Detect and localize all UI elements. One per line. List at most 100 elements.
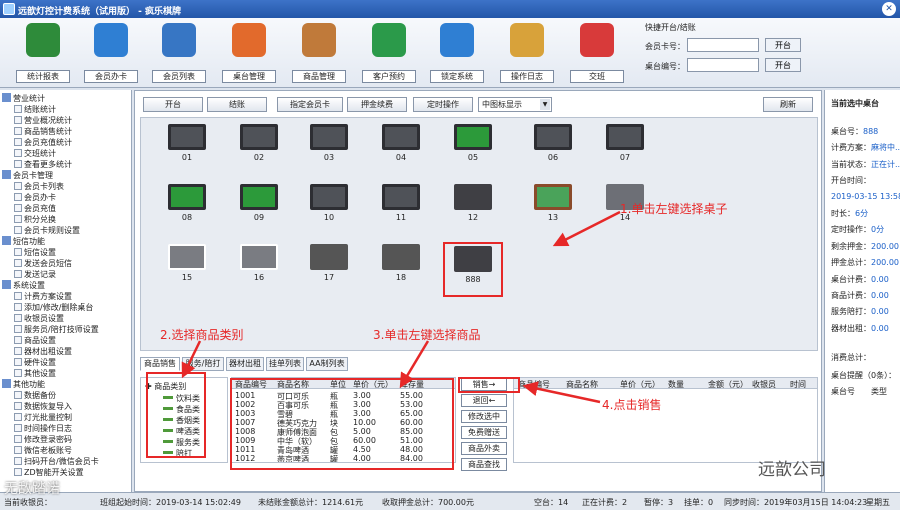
sidebar-item[interactable]: 修改登录密码 bbox=[14, 434, 72, 445]
sidebar-item[interactable]: 交班统计 bbox=[14, 148, 56, 159]
table-tile-17[interactable]: 17 bbox=[299, 242, 359, 297]
table-tile-16[interactable]: 16 bbox=[229, 242, 289, 297]
toolbar-button-3[interactable]: 会员列表 bbox=[148, 23, 210, 85]
item-icon bbox=[14, 182, 22, 190]
sidebar-item-label: 商品设置 bbox=[24, 336, 56, 345]
table-tile-06[interactable]: 06 bbox=[523, 122, 583, 177]
sidebar-item[interactable]: 时间操作日志 bbox=[14, 423, 72, 434]
quick-open-table-button[interactable]: 开台 bbox=[765, 58, 801, 72]
table-tile-04[interactable]: 04 bbox=[371, 122, 431, 177]
sidebar-item[interactable]: 商品销售统计 bbox=[14, 126, 72, 137]
table-image-icon bbox=[454, 184, 492, 210]
view-mode-select[interactable]: 中图标显示 ▼ bbox=[478, 97, 552, 112]
tab-2[interactable]: 服务/陪打 bbox=[182, 357, 224, 371]
sidebar-item[interactable]: 发送会员短信 bbox=[14, 258, 72, 269]
sidebar-item[interactable]: 商品设置 bbox=[14, 335, 56, 346]
sidebar-item[interactable]: 硬件设置 bbox=[14, 357, 56, 368]
table-tile-01[interactable]: 01 bbox=[157, 122, 217, 177]
sidebar-group[interactable]: 其他功能 bbox=[2, 379, 45, 390]
toolbar-button-9[interactable]: 交班 bbox=[566, 23, 628, 85]
folder-icon bbox=[2, 379, 11, 388]
table-tile-888[interactable]: 888 bbox=[443, 242, 503, 297]
member-card-input[interactable] bbox=[687, 38, 759, 52]
sidebar-item[interactable]: 数据备份 bbox=[14, 390, 56, 401]
close-icon[interactable]: ✕ bbox=[882, 2, 896, 16]
toolbar-button-5[interactable]: 商品管理 bbox=[288, 23, 350, 85]
sidebar-group[interactable]: 营业统计 bbox=[2, 93, 45, 104]
action-button-3[interactable]: 指定会员卡 bbox=[277, 97, 343, 112]
table-image-icon bbox=[534, 184, 572, 210]
sidebar-item[interactable]: 会员充值 bbox=[14, 203, 56, 214]
toolbar-button-7[interactable]: 锁定系统 bbox=[426, 23, 488, 85]
table-tile-15[interactable]: 15 bbox=[157, 242, 217, 297]
table-tile-09[interactable]: 09 bbox=[229, 182, 289, 237]
table-tile-05[interactable]: 05 bbox=[443, 122, 503, 177]
sidebar-item[interactable]: 短信设置 bbox=[14, 247, 56, 258]
table-tile-12[interactable]: 12 bbox=[443, 182, 503, 237]
action-button-4[interactable]: 押金续费 bbox=[347, 97, 407, 112]
action-2[interactable]: 退回← bbox=[461, 394, 507, 407]
sidebar-item[interactable]: 添加/修改/删除桌台 bbox=[14, 302, 93, 313]
right-panel-title: 当前选中桌台 bbox=[831, 99, 879, 108]
sidebar-item[interactable]: 会员办卡 bbox=[14, 192, 56, 203]
sidebar-item[interactable]: 数据恢复导入 bbox=[14, 401, 72, 412]
sidebar-group[interactable]: 系统设置 bbox=[2, 280, 45, 291]
quick-member-row: 会员卡号： 开台 bbox=[645, 38, 805, 54]
sidebar-item[interactable]: 其他设置 bbox=[14, 368, 56, 379]
table-tile-13[interactable]: 13 bbox=[523, 182, 583, 237]
sidebar-item[interactable]: 营业概况统计 bbox=[14, 115, 72, 126]
sidebar-item-label: 添加/修改/删除桌台 bbox=[24, 303, 94, 312]
toolbar-button-2[interactable]: 会员办卡 bbox=[80, 23, 142, 85]
toolbar-button-8[interactable]: 操作日志 bbox=[496, 23, 558, 85]
sidebar-item[interactable]: 积分兑换 bbox=[14, 214, 56, 225]
sidebar-item-label: 结账统计 bbox=[24, 105, 56, 114]
tab-4[interactable]: 挂单列表 bbox=[266, 357, 304, 371]
action-button-5[interactable]: 定时操作 bbox=[413, 97, 473, 112]
item-icon bbox=[14, 391, 22, 399]
sidebar-item[interactable]: 会员卡规则设置 bbox=[14, 225, 80, 236]
sidebar-item[interactable]: 灯光批量控制 bbox=[14, 412, 72, 423]
sidebar-item[interactable]: 会员充值统计 bbox=[14, 137, 72, 148]
sidebar-group[interactable]: 会员卡管理 bbox=[2, 170, 53, 181]
table-name: 888 bbox=[465, 275, 481, 284]
action-5[interactable]: 商品外卖 bbox=[461, 442, 507, 455]
table-tile-10[interactable]: 10 bbox=[299, 182, 359, 237]
tab-5[interactable]: AA制列表 bbox=[306, 357, 348, 371]
sidebar-item[interactable]: 结账统计 bbox=[14, 104, 56, 115]
table-tile-18[interactable]: 18 bbox=[371, 242, 431, 297]
sidebar-item[interactable]: 会员卡列表 bbox=[14, 181, 64, 192]
table-number-input[interactable] bbox=[687, 58, 759, 72]
info-value: 0.00 bbox=[871, 274, 889, 284]
sidebar-item[interactable]: ZD智能开关设置 bbox=[14, 467, 84, 478]
info-row: 剩余押金：200.00 bbox=[831, 241, 899, 252]
sidebar-item[interactable]: 器材出租设置 bbox=[14, 346, 72, 357]
toolbar-button-6[interactable]: 客户预约 bbox=[358, 23, 420, 85]
action-4[interactable]: 免费赠送 bbox=[461, 426, 507, 439]
table-tile-02[interactable]: 02 bbox=[229, 122, 289, 177]
action-button-1[interactable]: 开台 bbox=[143, 97, 203, 112]
tab-3[interactable]: 器材出租 bbox=[226, 357, 264, 371]
sidebar-item[interactable]: 微信老板账号 bbox=[14, 445, 72, 456]
tab-1[interactable]: 商品销售 bbox=[140, 357, 180, 371]
goods-actions: 销售→ 退回← 修改选中 免费赠送 商品外卖 商品查找 bbox=[461, 378, 507, 478]
sidebar-group[interactable]: 短信功能 bbox=[2, 236, 45, 247]
action-6[interactable]: 商品查找 bbox=[461, 458, 507, 471]
sidebar-item[interactable]: 服务员/陪打技师设置 bbox=[14, 324, 99, 335]
table-tile-07[interactable]: 07 bbox=[595, 122, 655, 177]
sidebar-item[interactable]: 扫码开台/微信会员卡 bbox=[14, 456, 99, 467]
sidebar-item[interactable]: 计费方案设置 bbox=[14, 291, 72, 302]
action-3[interactable]: 修改选中 bbox=[461, 410, 507, 423]
sidebar-item[interactable]: 查看更多统计 bbox=[14, 159, 72, 170]
action-button-2[interactable]: 结账 bbox=[207, 97, 267, 112]
sidebar-item[interactable]: 发送记录 bbox=[14, 269, 56, 280]
sidebar-item[interactable]: 收银员设置 bbox=[14, 313, 64, 324]
toolbar-button-1[interactable]: 统计报表 bbox=[12, 23, 74, 85]
table-tile-11[interactable]: 11 bbox=[371, 182, 431, 237]
quick-open-member-button[interactable]: 开台 bbox=[765, 38, 801, 52]
table-tile-03[interactable]: 03 bbox=[299, 122, 359, 177]
sidebar-item-label: 计费方案设置 bbox=[24, 292, 72, 301]
table-tile-08[interactable]: 08 bbox=[157, 182, 217, 237]
info-value: 200.00 bbox=[871, 258, 899, 268]
refresh-button[interactable]: 刷新 bbox=[763, 97, 813, 112]
toolbar-button-4[interactable]: 桌台管理 bbox=[218, 23, 280, 85]
